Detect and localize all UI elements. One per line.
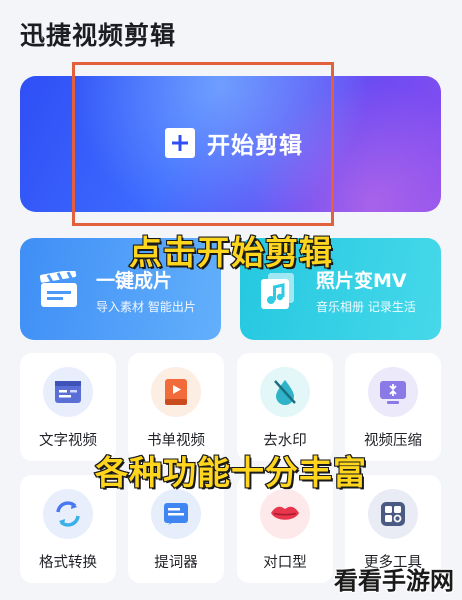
app-title: 迅捷视频剪辑: [20, 21, 177, 50]
site-watermark: 看看手游网: [334, 567, 454, 595]
card-subtitle: 导入素材 智能出片: [96, 300, 196, 314]
caption-click-start: 点击开始剪辑: [128, 232, 333, 273]
tool-text-video[interactable]: 文字视频: [20, 353, 116, 461]
start-editing-banner[interactable]: 开始剪辑: [20, 76, 441, 212]
teleprompter-icon: [151, 489, 201, 539]
format-convert-icon: [43, 489, 93, 539]
tool-label: 格式转换: [39, 555, 97, 571]
tool-remove-watermark[interactable]: 去水印: [237, 353, 333, 461]
start-editing-button[interactable]: 开始剪辑: [165, 126, 303, 160]
card-subtitle: 音乐相册 记录生活: [316, 300, 416, 314]
photo-music-icon: [258, 271, 298, 315]
start-editing-label: 开始剪辑: [207, 133, 303, 159]
clapperboard-icon: [38, 269, 80, 313]
watermark-remove-icon: [260, 367, 310, 417]
tool-label: 提词器: [154, 555, 198, 571]
book-video-icon: [151, 367, 201, 417]
lip-sync-icon: [260, 489, 310, 539]
tool-label: 对口型: [263, 555, 307, 571]
video-compress-icon: [368, 367, 418, 417]
caption-rich-features: 各种功能十分丰富: [94, 452, 367, 493]
plus-icon: [165, 128, 195, 158]
more-tools-icon: [368, 489, 418, 539]
text-video-icon: [43, 367, 93, 417]
tool-book-video[interactable]: 书单视频: [128, 353, 224, 461]
tool-video-compress[interactable]: 视频压缩: [345, 353, 441, 461]
